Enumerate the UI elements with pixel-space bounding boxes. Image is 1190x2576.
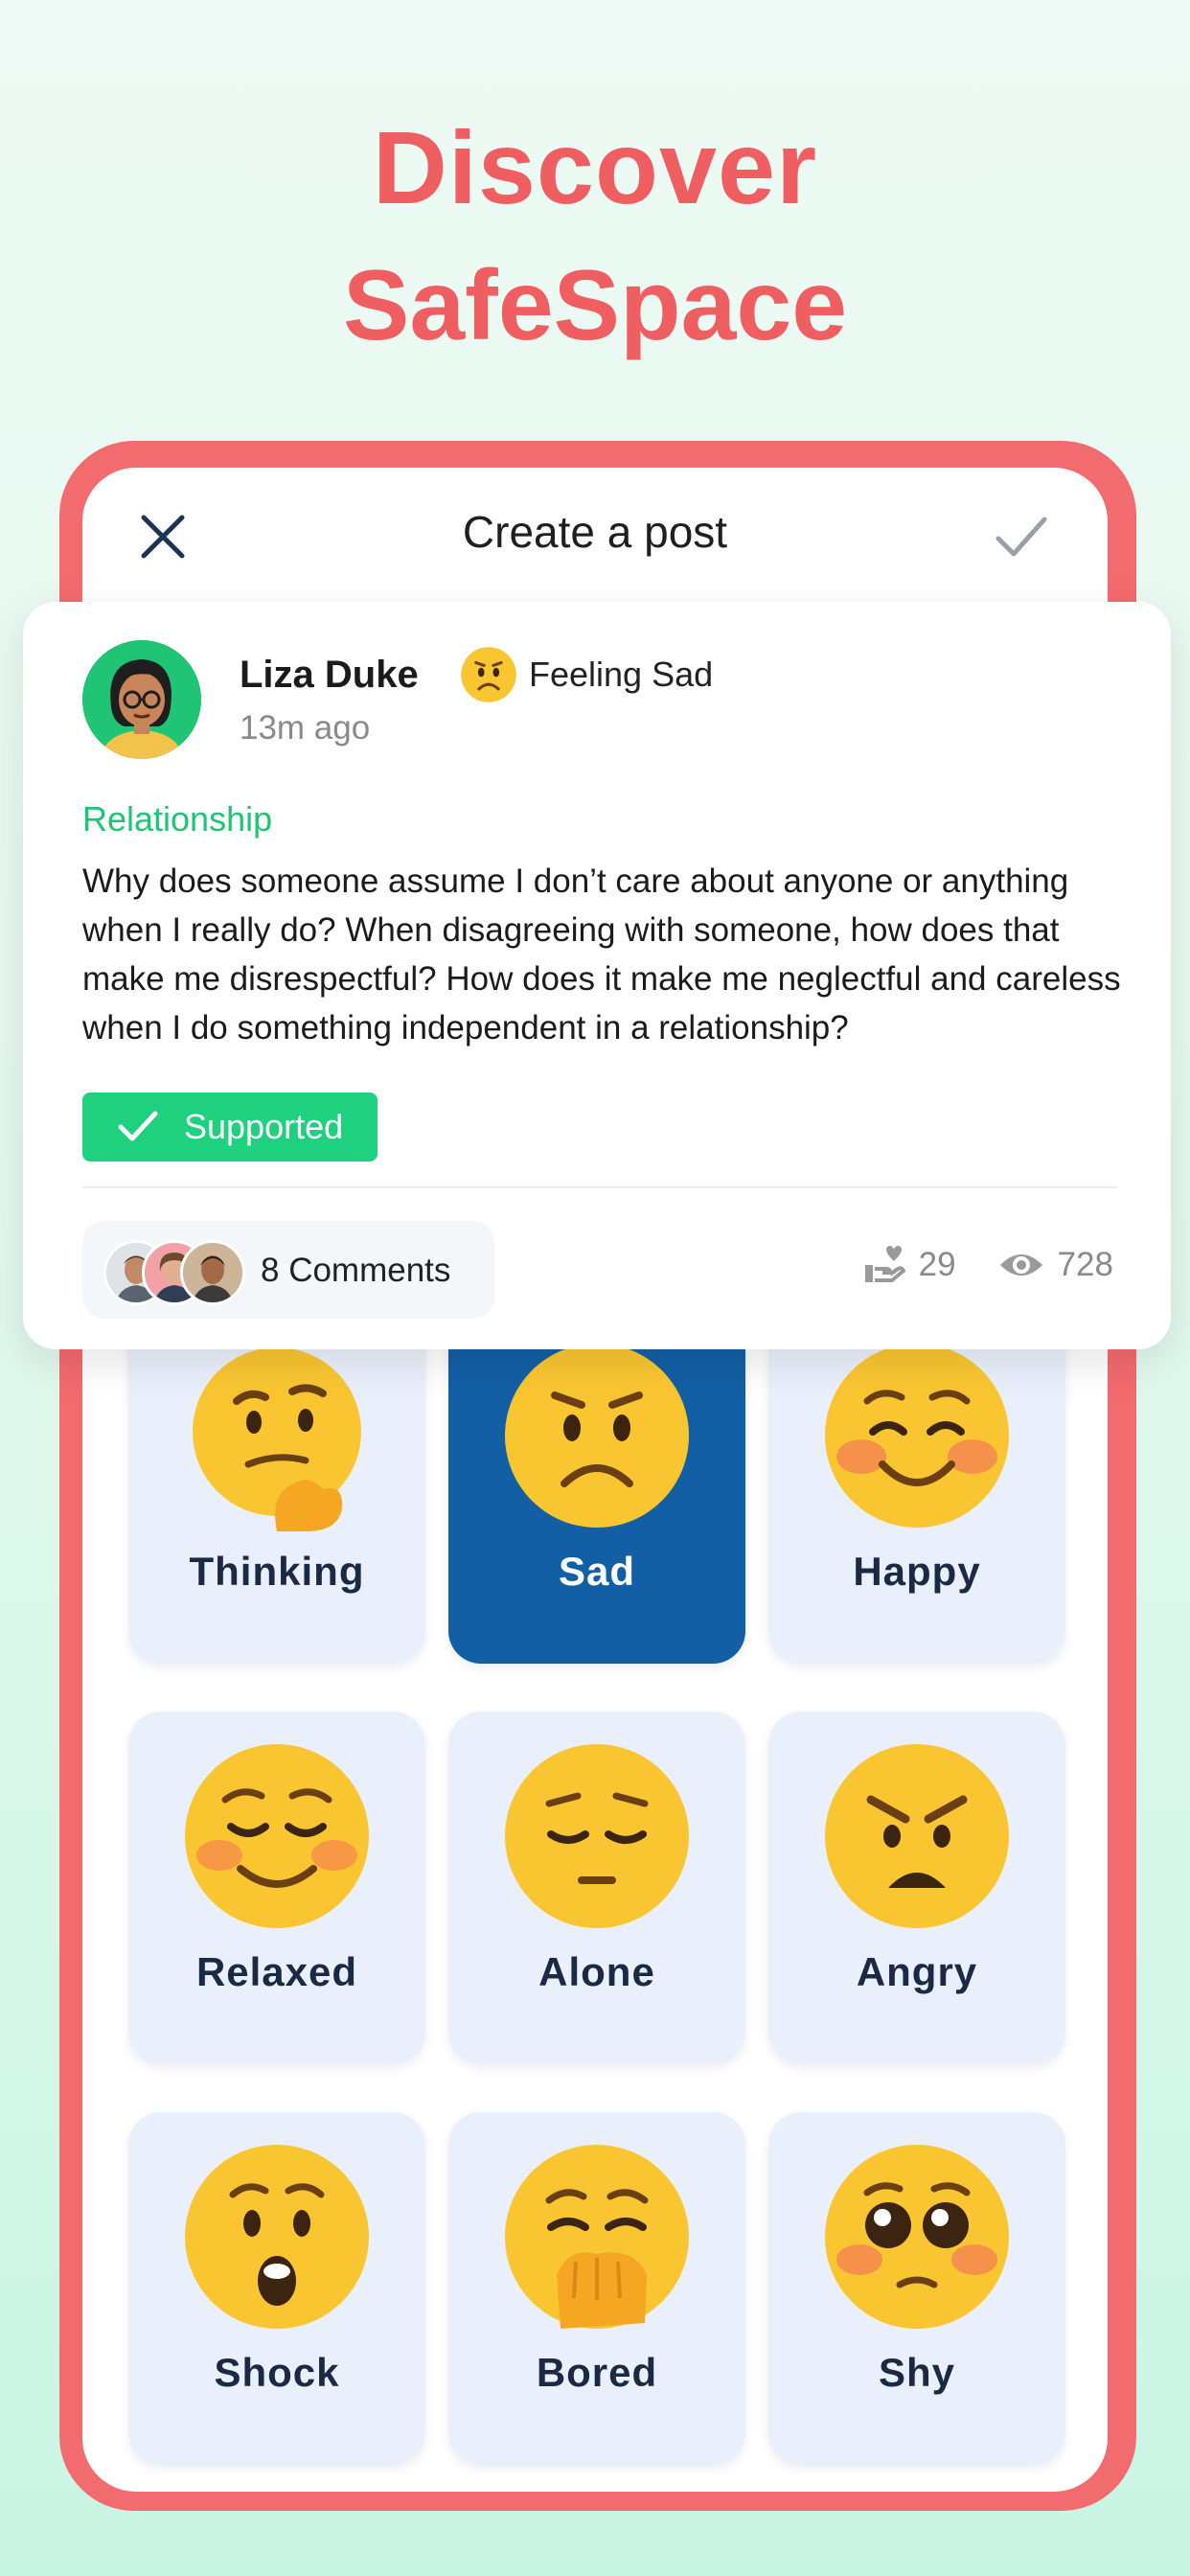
support-count: 29 xyxy=(918,1246,956,1283)
angry-face-icon xyxy=(825,1744,1009,1928)
mood-tile-sad[interactable]: Sad xyxy=(448,1311,745,1664)
mood-tile-happy[interactable]: Happy xyxy=(768,1311,1065,1664)
mood-tile-thinking[interactable]: Thinking xyxy=(128,1311,425,1664)
checkmark-icon xyxy=(118,1111,158,1141)
mood-label: Feeling Sad xyxy=(529,655,714,694)
eye-icon xyxy=(999,1254,1042,1276)
relaxed-face-icon xyxy=(185,1744,369,1928)
happy-face-icon xyxy=(825,1344,1009,1528)
post-card: Liza Duke 13m ago Feeling Sad Relationsh… xyxy=(23,602,1171,1349)
views-count: 728 xyxy=(1057,1246,1113,1283)
shocked-face-icon xyxy=(185,2145,369,2329)
supported-badge[interactable]: Supported xyxy=(82,1092,378,1162)
comments-count: 8 Comments xyxy=(261,1252,451,1289)
comments-button[interactable]: 8 Comments xyxy=(82,1221,494,1319)
mood-tile-shock[interactable]: Shock xyxy=(128,2112,425,2465)
hero-line-1: Discover xyxy=(372,109,818,225)
mood-tile-relaxed[interactable]: Relaxed xyxy=(128,1712,425,2064)
post-stats: 29 728 xyxy=(863,1246,1113,1284)
commenter-avatar xyxy=(180,1240,245,1305)
mood-label: Alone xyxy=(538,1949,655,1994)
mood-label: Angry xyxy=(856,1949,978,1994)
yawning-face-icon xyxy=(505,2145,689,2329)
pensive-face-icon xyxy=(505,1744,689,1928)
post-body: Why does someone assume I don’t care abo… xyxy=(82,862,1121,1046)
avatar[interactable] xyxy=(82,640,201,759)
mood-label: Shock xyxy=(214,2350,340,2395)
mood-tile-angry[interactable]: Angry xyxy=(768,1712,1065,2064)
user-avatar-illustration xyxy=(82,640,201,759)
mood-label: Bored xyxy=(536,2350,658,2395)
post-timestamp: 13m ago xyxy=(240,709,371,747)
post-category[interactable]: Relationship xyxy=(82,799,272,840)
mood-label: Thinking xyxy=(189,1549,365,1594)
author-name[interactable]: Liza Duke xyxy=(240,654,419,697)
mood-tile-alone[interactable]: Alone xyxy=(448,1712,745,2064)
hero-heading: Discover SafeSpace xyxy=(0,105,1190,368)
mood-label: Shy xyxy=(878,2350,956,2395)
checkmark-icon[interactable] xyxy=(995,514,1048,560)
mood-tile-bored[interactable]: Bored xyxy=(448,2112,745,2465)
mood-label: Relaxed xyxy=(195,1949,358,1994)
mood-indicator: Feeling Sad xyxy=(460,646,713,703)
sad-face-icon xyxy=(461,647,516,702)
thinking-face-icon xyxy=(193,1347,361,1531)
hero-line-2: SafeSpace xyxy=(342,250,848,361)
divider xyxy=(82,1186,1117,1188)
support-hand-icon[interactable] xyxy=(863,1246,905,1284)
mood-label: Happy xyxy=(853,1549,981,1594)
page-title: Create a post xyxy=(462,507,728,557)
sad-face-icon xyxy=(505,1344,689,1528)
mood-label: Sad xyxy=(558,1549,636,1594)
top-bar: Create a post xyxy=(82,468,1108,602)
badge-label: Supported xyxy=(184,1107,344,1146)
mood-tile-shy[interactable]: Shy xyxy=(768,2112,1065,2465)
pleading-face-icon xyxy=(825,2145,1009,2329)
